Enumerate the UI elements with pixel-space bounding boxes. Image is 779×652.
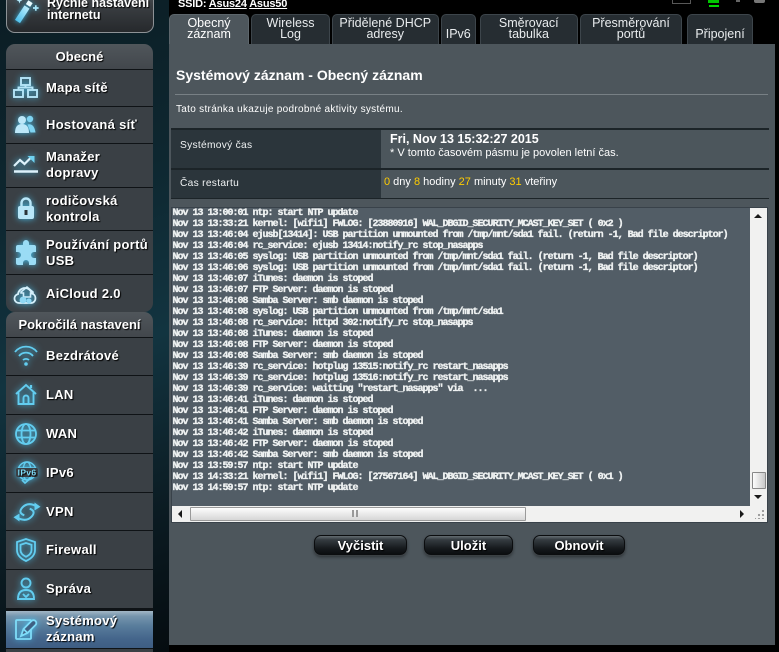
svg-text:IPv6: IPv6: [18, 467, 37, 477]
